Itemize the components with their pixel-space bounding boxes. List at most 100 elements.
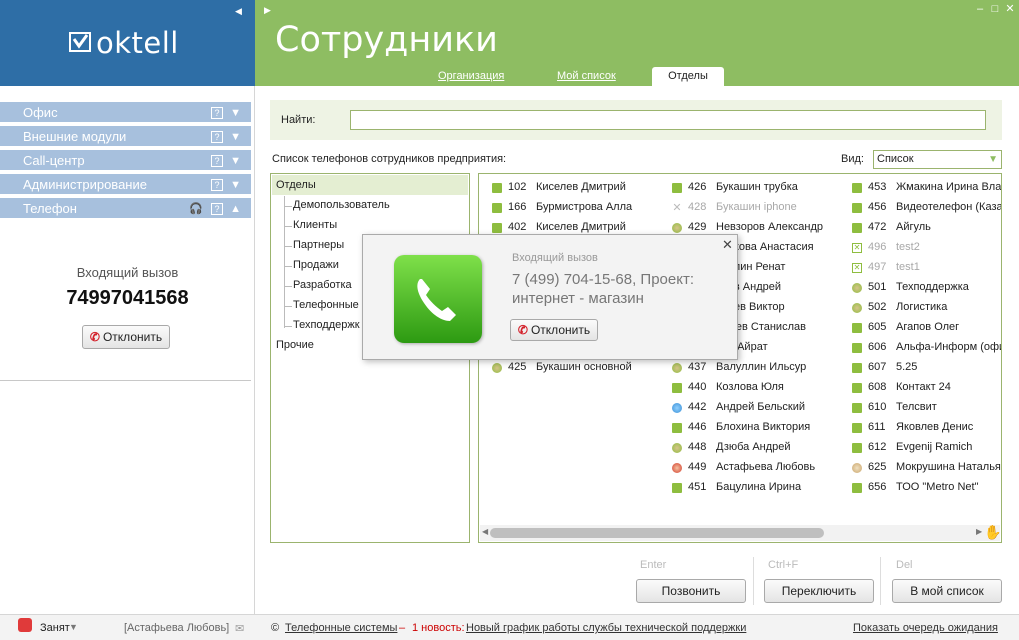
show-queue-link[interactable]: Показать очередь ожидания: [853, 622, 998, 634]
sidebar-item-administration[interactable]: Администрирование? ▼: [0, 174, 251, 196]
status-state[interactable]: Занят: [40, 622, 70, 634]
sidebar-item-label: Офис: [23, 105, 58, 120]
tree-item[interactable]: Продажи: [293, 259, 339, 271]
tree-item[interactable]: Техподдержк: [293, 319, 360, 331]
popup-reject-button[interactable]: ✆ Отклонить: [510, 319, 598, 341]
add-to-my-list-button[interactable]: В мой список: [892, 579, 1002, 603]
tab-departments[interactable]: Отделы: [652, 67, 724, 86]
online-status-icon: [492, 183, 502, 193]
tab-my-list[interactable]: Мой список: [557, 70, 616, 82]
contact-name: Бацулина Ирина: [716, 481, 802, 493]
reject-call-label: Отклонить: [102, 330, 163, 344]
extension-number: 612: [868, 441, 887, 453]
offline-status-icon: ✕: [672, 202, 682, 214]
sidebar-item-office[interactable]: Офис? ▼: [0, 102, 251, 124]
scroll-left-icon[interactable]: ◀: [482, 527, 488, 536]
list-item[interactable]: 625 Мокрушина Наталья: [852, 460, 1001, 478]
busy-status-icon[interactable]: [18, 618, 32, 632]
list-item[interactable]: 456 Видеотелефон (Каза: [852, 200, 1001, 218]
sidebar-item-call-center[interactable]: Call-центр? ▼: [0, 150, 251, 172]
tree-root[interactable]: Отделы: [276, 179, 316, 191]
help-icon[interactable]: ?: [211, 131, 223, 143]
tab-organization[interactable]: Организация: [438, 70, 504, 82]
list-item[interactable]: 446 Блохина Виктория: [672, 420, 847, 438]
tree-item[interactable]: Клиенты: [293, 219, 337, 231]
popup-close-icon[interactable]: ✕: [722, 237, 733, 253]
view-select[interactable]: Список ▼: [873, 150, 1002, 169]
chevron-down-icon[interactable]: ▼: [230, 126, 241, 148]
list-item[interactable]: 451 Бацулина Ирина: [672, 480, 847, 498]
list-item[interactable]: 606 Альфа-Информ (офи: [852, 340, 1001, 358]
tree-item-other[interactable]: Прочие: [276, 339, 314, 351]
incoming-call-label: Входящий вызов: [76, 265, 179, 280]
list-item[interactable]: 656 ТОО "Metro Net": [852, 480, 1001, 498]
mail-icon[interactable]: ✉: [235, 622, 244, 635]
list-item[interactable]: 440 Козлова Юля: [672, 380, 847, 398]
sidebar-item-external-modules[interactable]: Внешние модули? ▼: [0, 126, 251, 148]
shortcut-hint: Ctrl+F: [768, 559, 799, 571]
maximize-icon[interactable]: □: [989, 3, 1001, 15]
chevron-down-icon[interactable]: ▼: [230, 150, 241, 172]
list-item[interactable]: 426 Букашин трубка: [672, 180, 847, 198]
avatar-icon: [672, 443, 682, 453]
list-item[interactable]: ✕ 428 Букашин iphone: [672, 200, 847, 218]
chevron-down-icon: ▼: [988, 154, 998, 165]
close-icon[interactable]: ✕: [1004, 3, 1016, 15]
list-item[interactable]: 425 Букашин основной: [492, 360, 667, 378]
list-item[interactable]: 102 Киселев Дмитрий: [492, 180, 667, 198]
list-item[interactable]: 605 Агапов Олег: [852, 320, 1001, 338]
scrollbar-thumb[interactable]: [490, 528, 824, 538]
tree-item[interactable]: Телефонные с: [293, 299, 367, 311]
sidebar-item-phone[interactable]: Телефон 🎧? ▲: [0, 198, 251, 220]
list-item[interactable]: 611 Яковлев Денис: [852, 420, 1001, 438]
collapse-left-icon[interactable]: ◀: [235, 6, 242, 17]
help-icon[interactable]: ?: [211, 155, 223, 167]
online-status-icon: [852, 443, 862, 453]
chevron-down-icon[interactable]: ▼: [230, 102, 241, 124]
extension-number: 656: [868, 481, 887, 493]
transfer-button[interactable]: Переключить: [764, 579, 874, 603]
list-item[interactable]: ✕ 497 test1: [852, 260, 1001, 278]
online-status-icon: [672, 183, 682, 193]
headset-icon[interactable]: 🎧: [189, 198, 203, 220]
list-item[interactable]: 442 Андрей Бельский: [672, 400, 847, 418]
list-item[interactable]: ✕ 496 test2: [852, 240, 1001, 258]
chevron-down-icon[interactable]: ▼: [230, 174, 241, 196]
help-icon[interactable]: ?: [211, 179, 223, 191]
contact-name: Букашин трубка: [716, 181, 798, 193]
list-item[interactable]: 437 Валуллин Ильсур: [672, 360, 847, 378]
status-dropdown-icon[interactable]: ▼: [69, 622, 78, 632]
chevron-up-icon[interactable]: ▲: [230, 198, 241, 220]
avatar-icon: [852, 283, 862, 293]
avatar-icon: [672, 223, 682, 233]
list-item[interactable]: 610 Телсвит: [852, 400, 1001, 418]
extension-number: 402: [508, 221, 527, 233]
list-item[interactable]: 502 Логистика: [852, 300, 1001, 318]
expand-icon[interactable]: ▶: [264, 5, 271, 16]
tree-item[interactable]: Демопользователь: [293, 199, 390, 211]
list-item[interactable]: 612 Evgenij Ramich: [852, 440, 1001, 458]
list-item[interactable]: 449 Астафьева Любовь: [672, 460, 847, 478]
tree-item[interactable]: Партнеры: [293, 239, 344, 251]
sidebar-item-label: Администрирование: [23, 177, 147, 192]
help-icon[interactable]: ?: [211, 203, 223, 215]
scroll-right-icon[interactable]: ▶: [976, 527, 982, 536]
minimize-icon[interactable]: –: [974, 3, 986, 15]
list-item[interactable]: 448 Дзюба Андрей: [672, 440, 847, 458]
list-item[interactable]: 608 Контакт 24: [852, 380, 1001, 398]
list-item[interactable]: 453 Жмакина Ирина Вла: [852, 180, 1001, 198]
online-status-icon: [852, 223, 862, 233]
list-item[interactable]: 472 Айгуль: [852, 220, 1001, 238]
telephone-systems-link[interactable]: Телефонные системы: [285, 622, 397, 634]
news-link[interactable]: Новый график работы службы технической п…: [466, 622, 746, 634]
reject-call-button[interactable]: ✆ Отклонить: [82, 325, 170, 349]
contact-name: Альфа-Информ (офи: [896, 341, 1001, 353]
search-input[interactable]: [350, 110, 986, 130]
list-item[interactable]: 501 Техподдержка: [852, 280, 1001, 298]
list-item[interactable]: 166 Бурмистрова Алла: [492, 200, 667, 218]
list-item[interactable]: 607 5.25: [852, 360, 1001, 378]
tree-item[interactable]: Разработка: [293, 279, 352, 291]
extension-number: 449: [688, 461, 707, 473]
call-button[interactable]: Позвонить: [636, 579, 746, 603]
help-icon[interactable]: ?: [211, 107, 223, 119]
